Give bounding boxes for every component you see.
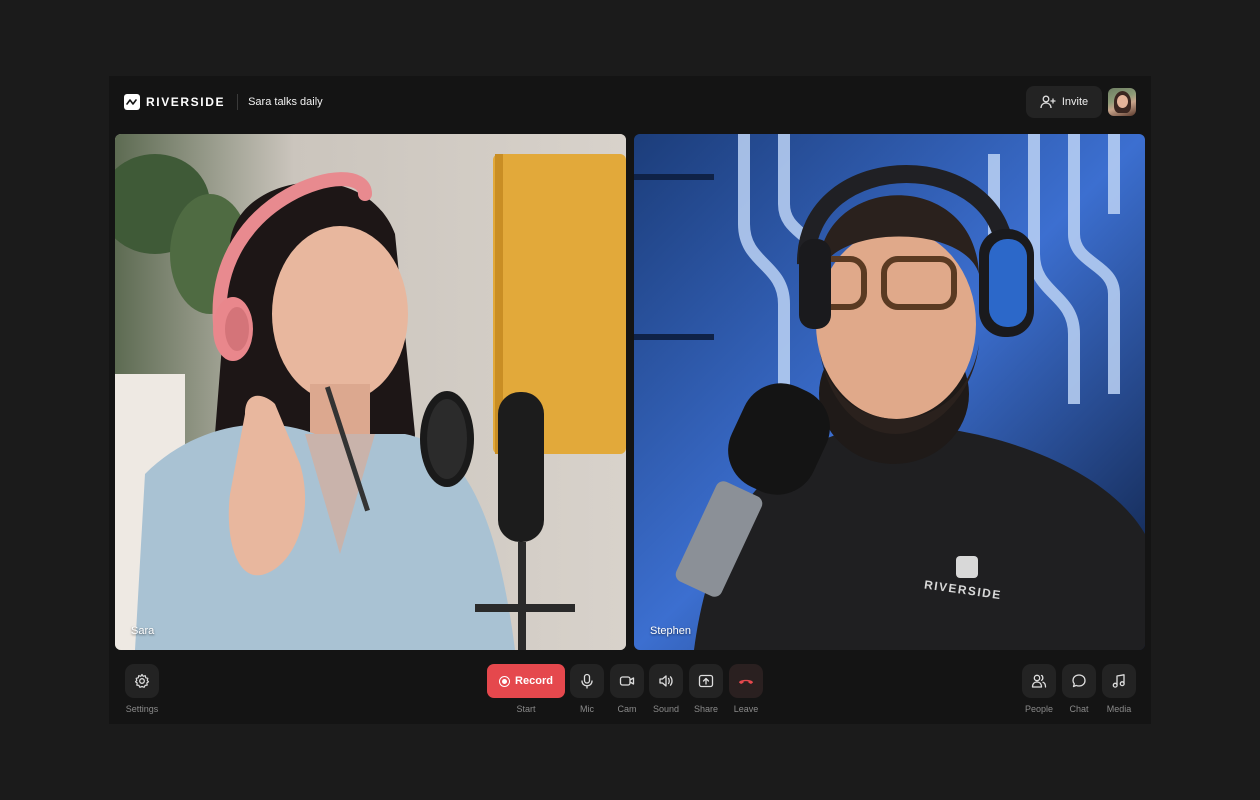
settings-label: Settings — [125, 704, 159, 714]
people-label: People — [1024, 704, 1054, 714]
share-screen-icon — [698, 674, 714, 688]
cam-button[interactable] — [610, 664, 644, 698]
title-divider — [237, 94, 239, 110]
share-label: Share — [693, 704, 719, 714]
sound-label: Sound — [652, 704, 680, 714]
sound-control: Sound — [649, 664, 683, 714]
brand-name: RIVERSIDE — [146, 95, 226, 109]
chat-label: Chat — [1069, 704, 1089, 714]
people-icon — [1031, 674, 1047, 688]
mic-label: Mic — [580, 704, 594, 714]
studio-window: RIVERSIDE Sara talks daily Invite Sara R… — [109, 76, 1151, 724]
mic-button[interactable] — [570, 664, 604, 698]
avatar-face — [1117, 95, 1128, 108]
media-control: Media — [1102, 664, 1136, 714]
gear-icon — [134, 673, 150, 688]
brand: RIVERSIDE Sara talks daily — [124, 94, 323, 110]
mic-control: Mic — [570, 664, 604, 714]
people-control: People — [1022, 664, 1056, 714]
cam-label: Cam — [617, 704, 637, 714]
record-icon — [499, 675, 511, 687]
media-label: Media — [1106, 704, 1132, 714]
camera-icon — [619, 676, 635, 686]
leave-label: Leave — [733, 704, 759, 714]
top-bar: RIVERSIDE Sara talks daily Invite — [109, 76, 1151, 132]
record-button-label: Record — [515, 675, 553, 687]
microphone-icon — [581, 673, 593, 689]
media-button[interactable] — [1102, 664, 1136, 698]
participant-name-sara: Sara — [131, 625, 155, 637]
music-note-icon — [1112, 674, 1125, 688]
cam-control: Cam — [610, 664, 644, 714]
share-control: Share — [689, 664, 723, 714]
phone-hangup-icon — [739, 679, 753, 684]
session-title: Sara talks daily — [248, 96, 323, 108]
sound-button[interactable] — [649, 664, 683, 698]
record-button[interactable]: Record — [487, 664, 565, 698]
chat-control: Chat — [1062, 664, 1096, 714]
invite-button[interactable]: Invite — [1026, 86, 1102, 118]
chat-bubble-icon — [1072, 674, 1086, 688]
leave-button[interactable] — [729, 664, 763, 698]
settings-control: Settings — [125, 664, 159, 714]
sara-video-feed — [115, 134, 626, 650]
add-user-icon — [1040, 95, 1056, 109]
record-control: Record Start — [487, 664, 565, 714]
invite-label: Invite — [1061, 96, 1089, 108]
speaker-icon — [659, 675, 673, 687]
participant-name-stephen: Stephen — [650, 625, 691, 637]
stephen-video-feed: RIVERSIDE — [634, 134, 1145, 650]
user-avatar[interactable] — [1108, 88, 1136, 116]
share-button[interactable] — [689, 664, 723, 698]
control-bar: Settings Record Start Mic Cam Sound Shar… — [109, 658, 1151, 724]
chat-button[interactable] — [1062, 664, 1096, 698]
riverside-logo-icon — [124, 94, 140, 110]
leave-control: Leave — [729, 664, 763, 714]
record-label: Start — [516, 704, 536, 714]
settings-button[interactable] — [125, 664, 159, 698]
video-tile-sara[interactable]: Sara — [115, 134, 626, 650]
video-tile-stephen[interactable]: RIVERSIDE Stephen — [634, 134, 1145, 650]
people-button[interactable] — [1022, 664, 1056, 698]
